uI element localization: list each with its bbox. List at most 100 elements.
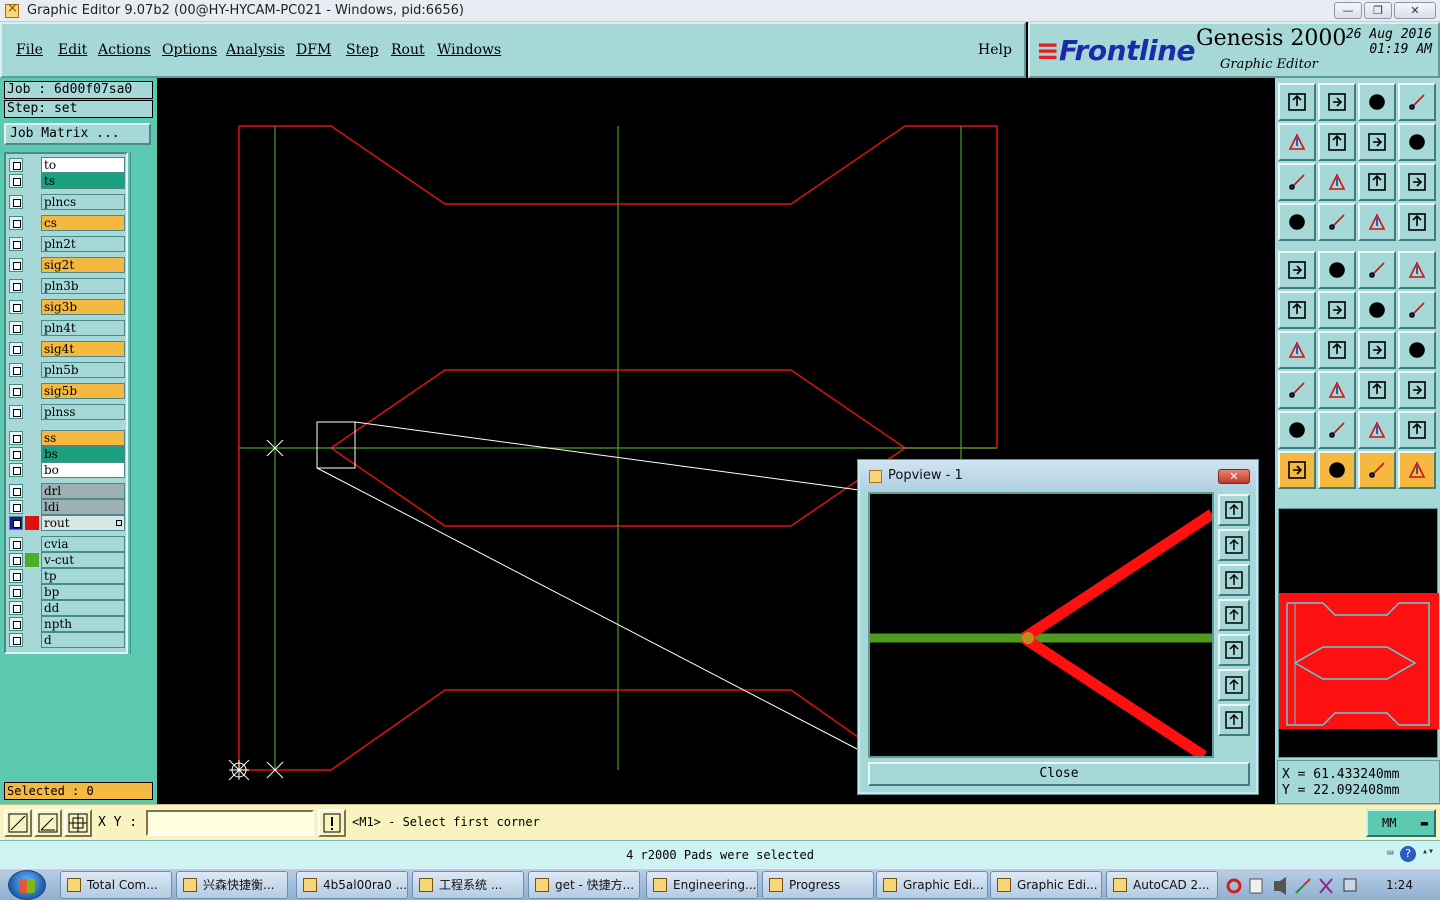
cursor-up-icon[interactable] — [1318, 411, 1356, 449]
pv-pan-left-icon[interactable] — [1218, 599, 1250, 631]
taskbar-item[interactable]: Graphic Edi... — [990, 871, 1102, 899]
snap-grid-icon[interactable] — [64, 809, 92, 837]
close-button[interactable]: ✕ — [1394, 2, 1436, 19]
layer-checkbox[interactable] — [9, 195, 23, 209]
layer-name[interactable]: bo — [41, 462, 125, 478]
menu-file[interactable]: File — [16, 42, 43, 58]
ruler-icon[interactable] — [1358, 251, 1396, 289]
layer-checkbox[interactable] — [9, 279, 23, 293]
text-font-icon[interactable] — [1398, 331, 1436, 369]
layer-name[interactable]: ldi — [41, 499, 125, 515]
layer-checkbox[interactable] — [9, 431, 23, 445]
pv-zoom-icon[interactable] — [1218, 494, 1250, 526]
split-window-icon[interactable] — [1398, 83, 1436, 121]
popview-window[interactable]: Popview - 1 ✕ Close — [858, 460, 1258, 794]
layer-checkbox[interactable] — [9, 363, 23, 377]
layer-name[interactable]: dd — [41, 600, 125, 616]
taskbar-item[interactable]: Engineering... — [646, 871, 758, 899]
layer-row-sig4t[interactable]: sig4t — [8, 341, 126, 357]
layer-name[interactable]: ss — [41, 430, 125, 446]
layer-name[interactable]: pln4t — [41, 320, 125, 336]
layer-name[interactable]: npth — [41, 616, 125, 632]
circle-icon[interactable] — [1398, 251, 1436, 289]
home-icon[interactable] — [1358, 83, 1396, 121]
fit-all-icon[interactable] — [1278, 163, 1316, 201]
layer-row-rout[interactable]: rout — [8, 515, 126, 531]
taskbar-item[interactable]: get - 快捷方... — [528, 871, 640, 899]
popview-close-icon[interactable]: ✕ — [1218, 469, 1250, 484]
layer-row-bp[interactable]: bp — [8, 584, 126, 600]
layer-name[interactable]: pln3b — [41, 278, 125, 294]
triangle-icon[interactable] — [1278, 411, 1316, 449]
layer-row-bo[interactable]: bo — [8, 462, 126, 478]
restore-button[interactable]: ❐ — [1364, 2, 1392, 19]
taskbar-item[interactable]: Total Com... — [60, 871, 172, 899]
layer-row-tp[interactable]: tp — [8, 568, 126, 584]
layer-checkbox[interactable] — [9, 258, 23, 272]
line-extend-icon[interactable] — [1398, 291, 1436, 329]
rotate-icon[interactable] — [1358, 331, 1396, 369]
menu-step[interactable]: Step — [346, 42, 378, 58]
minus-icon[interactable] — [1318, 371, 1356, 409]
layer-row-to[interactable]: to — [8, 157, 126, 173]
taskbar-item[interactable]: 工程系统 ... — [412, 871, 524, 899]
mirror-icon[interactable] — [1358, 123, 1396, 161]
xy-input[interactable] — [146, 810, 314, 836]
layer-row-pln3b[interactable]: pln3b — [8, 278, 126, 294]
popview-titlebar[interactable]: Popview - 1 ✕ — [860, 462, 1256, 490]
one-to-one-icon[interactable] — [1358, 163, 1396, 201]
pv-center-icon[interactable] — [1218, 704, 1250, 736]
layer-row-cvia[interactable]: cvia — [8, 536, 126, 552]
layer-checkbox[interactable] — [9, 617, 23, 631]
taskbar-item[interactable]: 4b5al00ra0 ... — [296, 871, 408, 899]
layer-name[interactable]: sig2t — [41, 257, 125, 273]
expand-icon[interactable]: ▴▾ — [1422, 846, 1434, 862]
layer-row-ts[interactable]: ts — [8, 173, 126, 189]
layer-row-ss[interactable]: ss — [8, 430, 126, 446]
layer-row-npth[interactable]: npth — [8, 616, 126, 632]
layer-name[interactable]: rout — [41, 515, 125, 531]
layer-checkbox[interactable] — [9, 569, 23, 583]
pointer-circle-icon[interactable] — [1358, 451, 1396, 489]
layer-checkbox[interactable] — [9, 500, 23, 514]
layer-name[interactable]: pln5b — [41, 362, 125, 378]
alert-icon[interactable] — [318, 809, 346, 837]
layer-name[interactable]: sig5b — [41, 383, 125, 399]
menu-options[interactable]: Options — [162, 42, 217, 58]
window-titlebar[interactable]: Graphic Editor 9.07b2 (00@HY-HYCAM-PC021… — [0, 0, 1440, 22]
grid-icon[interactable] — [1318, 203, 1356, 241]
layer-row-pln2t[interactable]: pln2t — [8, 236, 126, 252]
layer-checkbox[interactable] — [9, 405, 23, 419]
keyboard-icon[interactable]: ⌨ — [1387, 846, 1394, 862]
layer-row-drl[interactable]: drl — [8, 483, 126, 499]
taskbar-item[interactable]: Progress — [762, 871, 874, 899]
connect-icon[interactable] — [1278, 291, 1316, 329]
move-copy-icon[interactable] — [1278, 371, 1316, 409]
layer-checkbox[interactable] — [9, 516, 23, 530]
popview-canvas[interactable] — [868, 492, 1216, 761]
cross-icon[interactable] — [1318, 291, 1356, 329]
layer-checkbox[interactable] — [9, 384, 23, 398]
arc-select-icon[interactable] — [1398, 411, 1436, 449]
layer-checkbox[interactable] — [9, 633, 23, 647]
pan-left-icon[interactable] — [1278, 123, 1316, 161]
pad-icon[interactable] — [1278, 251, 1316, 289]
pv-pan-right-icon[interactable] — [1218, 634, 1250, 666]
layer-row-sig5b[interactable]: sig5b — [8, 383, 126, 399]
layer-checkbox[interactable] — [9, 216, 23, 230]
layer-name[interactable]: sig3b — [41, 299, 125, 315]
menu-windows[interactable]: Windows — [437, 42, 501, 58]
layer-row-plnss[interactable]: plnss — [8, 404, 126, 420]
zoom-home-icon[interactable] — [1278, 83, 1316, 121]
layer-name[interactable]: plnss — [41, 404, 125, 420]
layer-name[interactable]: bp — [41, 584, 125, 600]
snap-settings-icon[interactable] — [1278, 203, 1316, 241]
pointer-icon[interactable] — [1278, 451, 1316, 489]
layer-name[interactable]: cs — [41, 215, 125, 231]
layer-row-sig3b[interactable]: sig3b — [8, 299, 126, 315]
layer-row-v-cut[interactable]: v-cut — [8, 552, 126, 568]
select-mode-icon[interactable] — [4, 809, 32, 837]
layer-name[interactable]: ts — [41, 173, 125, 189]
help-icon[interactable]: ? — [1399, 846, 1416, 862]
minimize-button[interactable]: — — [1334, 2, 1362, 19]
